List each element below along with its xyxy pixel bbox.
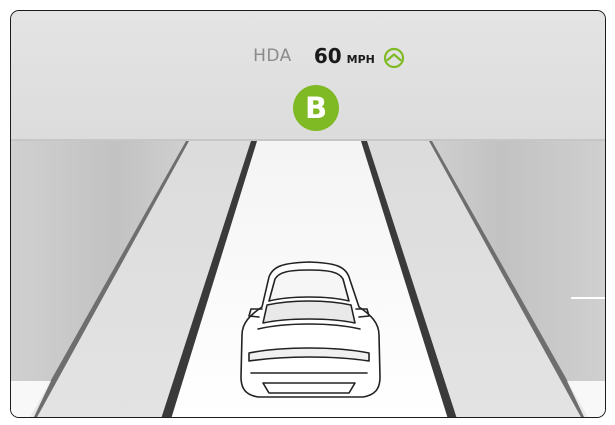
speed-value: 60 [313, 44, 342, 68]
lane-badge: B [293, 85, 339, 131]
set-speed: 60 MPH [314, 44, 375, 68]
cluster-display: HDA 60 MPH B [10, 10, 606, 418]
road-scene [11, 11, 605, 417]
steering-wheel-icon [383, 47, 405, 69]
hda-label: HDA [253, 46, 292, 66]
speed-unit: MPH [346, 53, 375, 66]
hud-status-bar: HDA 60 MPH [11, 41, 605, 71]
